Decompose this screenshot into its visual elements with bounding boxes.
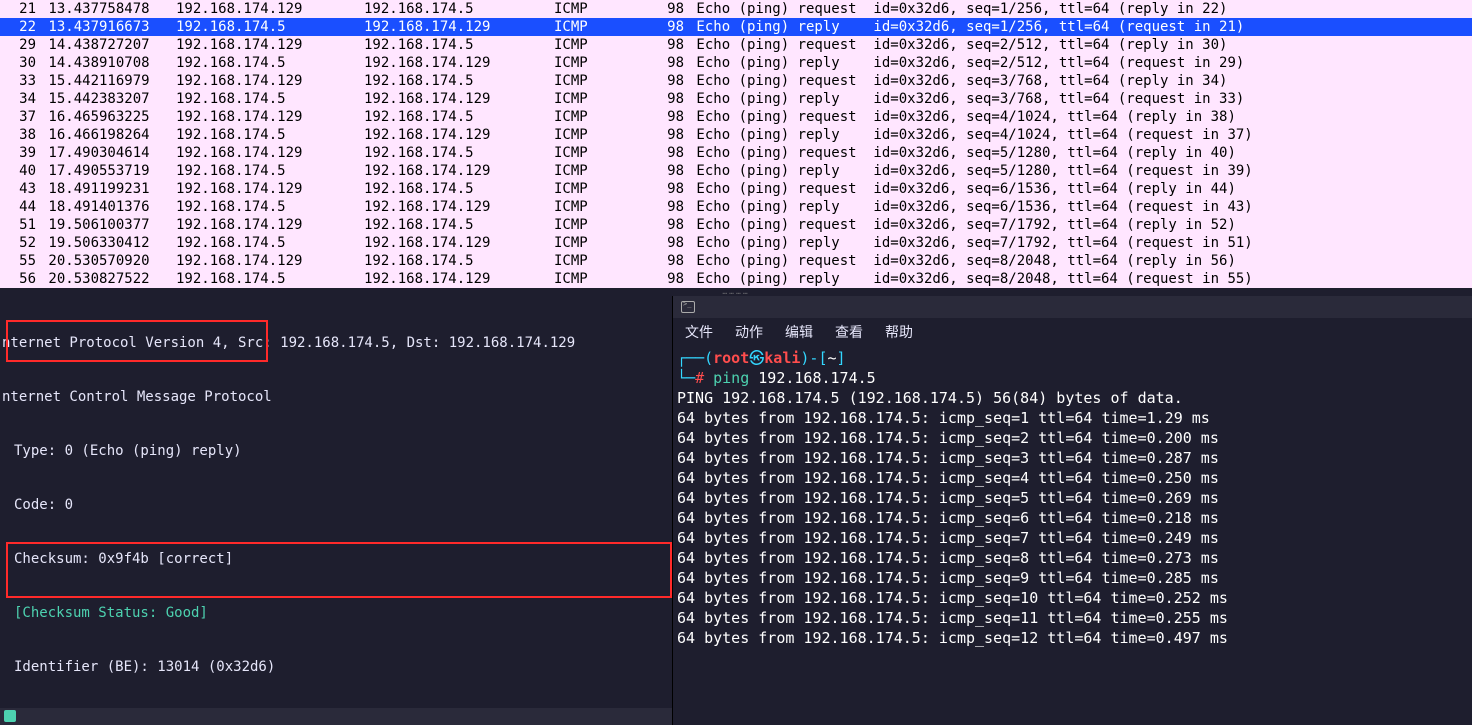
- table-row[interactable]: 29 14.438727207192.168.174.129192.168.17…: [0, 36, 1472, 54]
- table-row[interactable]: 39 17.490304614192.168.174.129192.168.17…: [0, 144, 1472, 162]
- menu-item[interactable]: 帮助: [885, 325, 913, 341]
- table-row[interactable]: 37 16.465963225192.168.174.129192.168.17…: [0, 108, 1472, 126]
- table-row[interactable]: 51 19.506100377192.168.174.129192.168.17…: [0, 216, 1472, 234]
- splitter[interactable]: ┄┄┄┄: [0, 288, 1472, 296]
- terminal-titlebar[interactable]: [673, 296, 1472, 318]
- table-row[interactable]: 40 17.490553719192.168.174.5192.168.174.…: [0, 162, 1472, 180]
- table-row[interactable]: 44 18.491401376192.168.174.5192.168.174.…: [0, 198, 1472, 216]
- table-row[interactable]: 43 18.491199231192.168.174.129192.168.17…: [0, 180, 1472, 198]
- icmp-checksum[interactable]: Checksum: 0x9f4b [correct]: [2, 550, 672, 568]
- ip-line[interactable]: nternet Protocol Version 4, Src: 192.168…: [2, 334, 672, 352]
- icmp-code[interactable]: Code: 0: [2, 496, 672, 514]
- table-row[interactable]: 52 19.506330412192.168.174.5192.168.174.…: [0, 234, 1472, 252]
- table-row[interactable]: 55 20.530570920192.168.174.129192.168.17…: [0, 252, 1472, 270]
- table-row[interactable]: 21 13.437758478192.168.174.129192.168.17…: [0, 0, 1472, 18]
- terminal-window[interactable]: 文件 动作 编辑 查看 帮助 ┌──(root㉿kali)-[~] └─# ping 1…: [672, 296, 1472, 725]
- status-bar: Data (data.data), 48 byte(s): [0, 708, 672, 725]
- icmp-line[interactable]: nternet Control Message Protocol: [2, 388, 672, 406]
- table-row[interactable]: 38 16.466198264192.168.174.5192.168.174.…: [0, 126, 1472, 144]
- packet-details[interactable]: nternet Protocol Version 4, Src: 192.168…: [0, 296, 672, 725]
- table-row[interactable]: 22 13.437916673192.168.174.5192.168.174.…: [0, 18, 1472, 36]
- terminal-body[interactable]: ┌──(root㉿kali)-[~] └─# ping 192.168.174.…: [673, 346, 1472, 648]
- menu-item[interactable]: 查看: [835, 325, 863, 341]
- icmp-type[interactable]: Type: 0 (Echo (ping) reply): [2, 442, 672, 460]
- menu-item[interactable]: 编辑: [785, 325, 813, 341]
- table-row[interactable]: 33 15.442116979192.168.174.129192.168.17…: [0, 72, 1472, 90]
- terminal-icon: [681, 301, 695, 313]
- menu-item[interactable]: 动作: [735, 325, 763, 341]
- table-row[interactable]: 34 15.442383207192.168.174.5192.168.174.…: [0, 90, 1472, 108]
- table-row[interactable]: 30 14.438910708192.168.174.5192.168.174.…: [0, 54, 1472, 72]
- packet-list[interactable]: 21 13.437758478192.168.174.129192.168.17…: [0, 0, 1472, 288]
- icmp-id-be[interactable]: Identifier (BE): 13014 (0x32d6): [2, 658, 672, 676]
- icmp-checksum-status[interactable]: [Checksum Status: Good]: [2, 604, 672, 622]
- terminal-menu[interactable]: 文件 动作 编辑 查看 帮助: [673, 318, 1472, 346]
- status-dot-icon: [4, 710, 16, 722]
- table-row[interactable]: 56 20.530827522192.168.174.5192.168.174.…: [0, 270, 1472, 288]
- menu-item[interactable]: 文件: [685, 325, 713, 341]
